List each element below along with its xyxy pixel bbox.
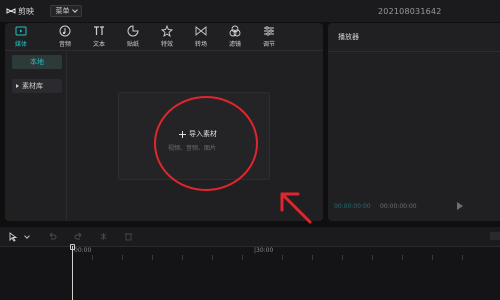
- menu-button-label: 菜单: [55, 7, 70, 15]
- player-panel: 播放器 00:00:00:00 00:00:00:00: [328, 23, 500, 221]
- tab-adjust[interactable]: 调节: [255, 25, 283, 51]
- project-title: 202108031642: [378, 7, 442, 16]
- total-time: 00:00:00:00: [380, 203, 417, 210]
- ruler-label: |30:00: [254, 247, 274, 254]
- audio-icon: [59, 25, 71, 37]
- tab-label: 文本: [92, 41, 105, 48]
- timeline-panel: 00:00 |30:00: [0, 227, 500, 300]
- ruler-tick: [92, 255, 93, 260]
- ruler-tick: [402, 255, 403, 260]
- timeline-toolbar: [0, 227, 500, 247]
- tab-transition[interactable]: 转场: [187, 25, 215, 51]
- ruler-tick: [152, 255, 153, 260]
- effect-icon: [161, 25, 173, 37]
- ruler-tick: [182, 255, 183, 260]
- sidebar-item-library[interactable]: 素材库: [12, 79, 62, 93]
- title-bar: 剪映 菜单 202108031642: [0, 0, 500, 22]
- split-icon[interactable]: [99, 232, 108, 241]
- ruler-tick: [312, 255, 313, 260]
- delete-icon[interactable]: [124, 232, 133, 241]
- annotation-circle: [154, 96, 258, 191]
- capcut-logo-icon: [6, 8, 16, 14]
- play-icon[interactable]: [457, 202, 463, 210]
- tab-label: 调节: [262, 41, 275, 48]
- ruler-tick: [242, 255, 243, 260]
- tab-label: 贴纸: [126, 41, 139, 48]
- app-name: 剪映: [18, 7, 34, 16]
- ruler-tick: [212, 255, 213, 260]
- ruler-tick: [122, 255, 123, 260]
- ruler-tick: [432, 255, 433, 260]
- sticker-icon: [127, 25, 139, 37]
- sidebar-item-local[interactable]: 本地: [12, 55, 62, 69]
- media-icon: [15, 26, 27, 36]
- tab-filter[interactable]: 滤镜: [221, 25, 249, 51]
- ruler-tick: [372, 255, 373, 260]
- tab-label: 特效: [160, 41, 173, 48]
- annotation-arrow-icon: [280, 192, 312, 224]
- player-title: 播放器: [338, 33, 359, 41]
- chevron-down-icon: [71, 7, 78, 13]
- undo-icon[interactable]: [48, 232, 57, 241]
- tab-audio[interactable]: 音频: [51, 25, 79, 51]
- tab-effect[interactable]: 特效: [153, 25, 181, 51]
- tab-label: 媒体: [14, 41, 27, 48]
- ruler-tick: [282, 255, 283, 260]
- timeline-scroll-handle[interactable]: [490, 232, 500, 240]
- sidebar-item-label: 素材库: [22, 82, 43, 90]
- ruler-tick: [342, 255, 343, 260]
- text-icon: [94, 26, 104, 35]
- select-cursor-icon[interactable]: [9, 232, 19, 242]
- sidebar-item-label: 本地: [30, 58, 44, 66]
- material-toolbar: 媒体 音频 文本 贴纸 特效 转场 滤镜 调节: [5, 23, 323, 51]
- chevron-down-icon[interactable]: [24, 233, 30, 239]
- tab-sticker[interactable]: 贴纸: [119, 25, 147, 51]
- redo-icon[interactable]: [74, 232, 83, 241]
- menu-button[interactable]: 菜单: [50, 5, 82, 17]
- ruler-tick: [462, 255, 463, 260]
- tab-label: 转场: [194, 41, 207, 48]
- transition-icon: [195, 26, 207, 36]
- tab-label: 音频: [58, 41, 71, 48]
- caret-right-icon: [16, 84, 19, 88]
- ruler-label: 00:00: [74, 247, 92, 254]
- divider: [328, 51, 500, 52]
- current-time: 00:00:00:00: [334, 203, 371, 210]
- tab-media[interactable]: 媒体: [7, 25, 35, 51]
- media-sidebar: [5, 52, 67, 221]
- timeline-ruler[interactable]: 00:00 |30:00: [72, 247, 500, 261]
- adjust-icon: [264, 26, 274, 36]
- playhead-handle[interactable]: [70, 244, 75, 250]
- tab-text[interactable]: 文本: [85, 25, 113, 51]
- playhead[interactable]: [72, 246, 73, 300]
- filter-icon: [229, 25, 241, 37]
- tab-label: 滤镜: [228, 41, 241, 48]
